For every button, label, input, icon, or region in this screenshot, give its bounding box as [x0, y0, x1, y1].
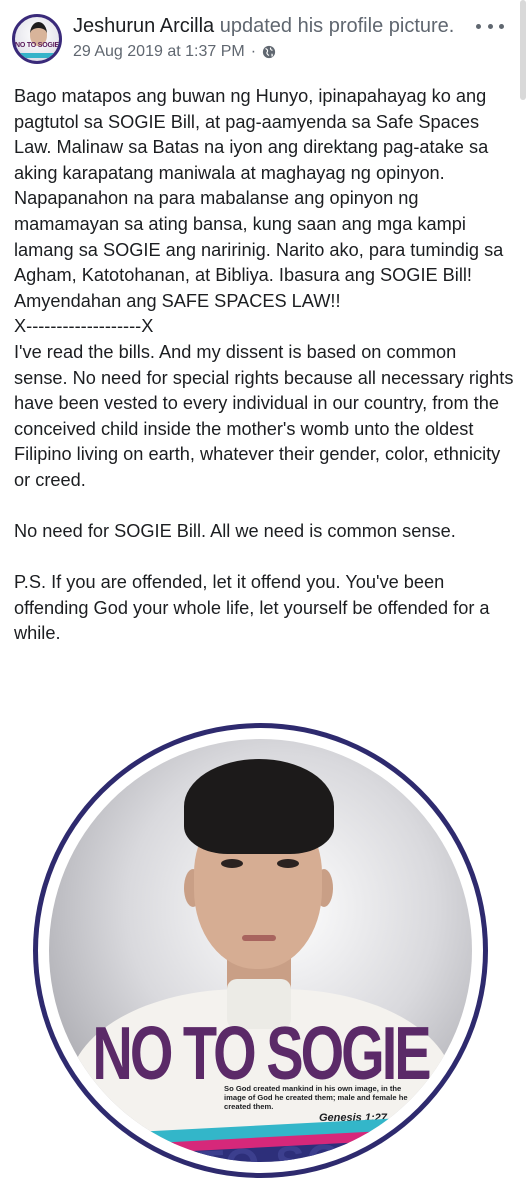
post-timestamp[interactable]: 29 Aug 2019 at 1:37 PM [73, 43, 245, 61]
author-line: Jeshurun Arcilla updated his profile pic… [73, 14, 454, 38]
more-dot [487, 23, 493, 29]
more-dot [499, 23, 504, 29]
profile-picture[interactable]: NO TO SOGIE So God created mankind in hi… [33, 723, 488, 1178]
avatar-band [15, 53, 59, 58]
post-paragraph-2: I've read the bills. And my dissent is b… [14, 341, 519, 490]
portrait-brow [215, 844, 247, 850]
avatar-slogan: NO TO SOGIE [15, 42, 59, 49]
portrait-eye [277, 859, 299, 868]
portrait-eye [221, 859, 243, 868]
post-divider: X-------------------X [14, 316, 154, 337]
post-action-text: updated his profile picture. [214, 15, 455, 37]
scrollbar[interactable] [520, 0, 526, 100]
meta-separator: · [250, 43, 257, 60]
author-avatar[interactable]: NO TO SOGIE [12, 14, 62, 64]
portrait-mouth [242, 935, 276, 941]
post-paragraph-4: P.S. If you are offended, let it offend … [14, 572, 495, 644]
portrait-hair [184, 759, 334, 854]
more-options-icon[interactable] [476, 16, 504, 36]
globe-icon[interactable] [262, 45, 276, 59]
post-paragraph-1: Bago matapos ang buwan ng Hunyo, ipinapa… [14, 86, 508, 311]
post-paragraph-3: No need for SOGIE Bill. All we need is c… [14, 521, 456, 542]
post-header: NO TO SOGIE Jeshurun Arcilla updated his… [12, 10, 514, 70]
post-body: Bago matapos ang buwan ng Hunyo, ipinapa… [14, 84, 514, 647]
portrait-brow [271, 844, 303, 850]
author-name-link[interactable]: Jeshurun Arcilla [73, 15, 214, 37]
more-dot [476, 23, 481, 29]
photo-disc: NO TO SOGIE So God created mankind in hi… [49, 739, 472, 1162]
photo-verse: So God created mankind in his own image,… [224, 1084, 408, 1111]
post-meta: 29 Aug 2019 at 1:37 PM · [73, 43, 276, 61]
